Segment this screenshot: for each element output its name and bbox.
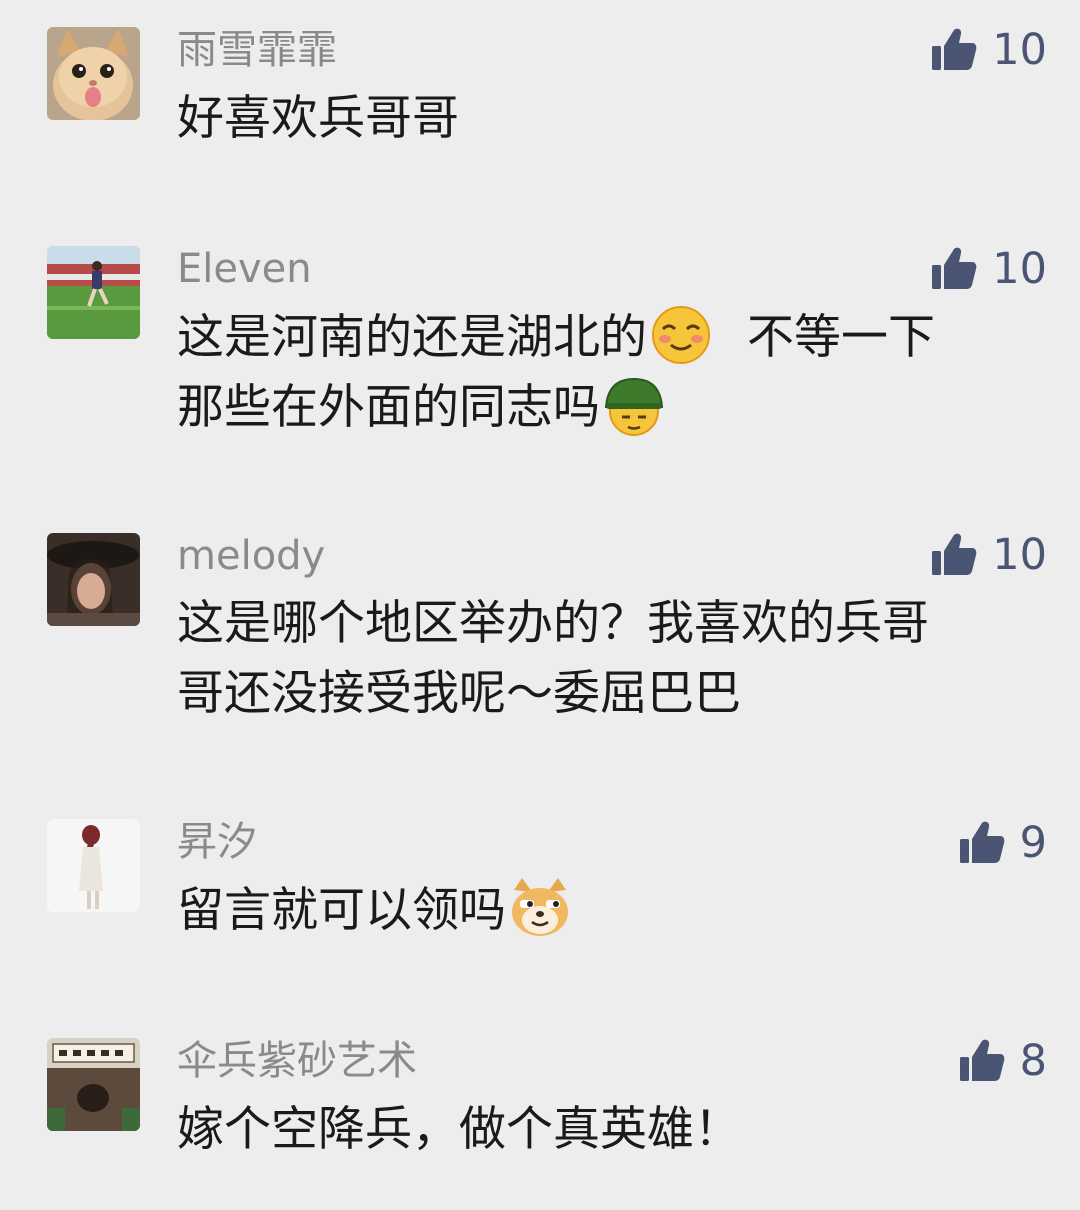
like-count: 8 (1019, 1036, 1047, 1086)
thumbs-up-icon (958, 1037, 1006, 1085)
comment-text: 嫁个空降兵，做个真英雄！ (177, 1095, 1027, 1165)
username[interactable]: 伞兵紫砂艺术 (177, 1035, 417, 1087)
comment-text-line: 嫁个空降兵，做个真英雄！ (177, 1102, 741, 1157)
comment-item: 伞兵紫砂艺术 8 嫁个空降兵，做个真英雄！ (0, 0, 1080, 1210)
teapot-shop-avatar-icon (47, 1038, 140, 1131)
like-button[interactable]: 8 (958, 1033, 1047, 1089)
avatar[interactable] (47, 1038, 140, 1131)
